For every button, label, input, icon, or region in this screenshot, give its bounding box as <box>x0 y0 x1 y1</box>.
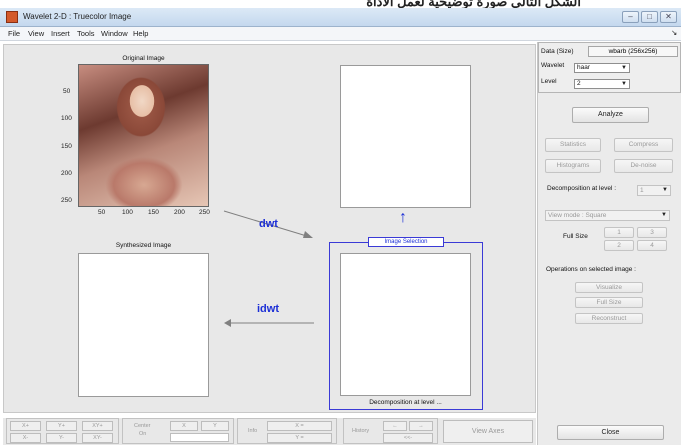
overlay-caption-text: الشكل التالي صورة توضيحية لعمل الأداة <box>366 0 581 8</box>
level-select-value: 2 <box>577 80 581 87</box>
menu-file[interactable]: File <box>8 29 20 38</box>
menu-insert[interactable]: Insert <box>51 29 70 38</box>
data-size-value: wbarb (256x256) <box>588 46 678 57</box>
analysis-axes[interactable] <box>340 65 471 208</box>
zoom-y-minus-button[interactable]: Y- <box>46 433 77 443</box>
dwt-label: dwt <box>259 218 278 230</box>
idwt-label: idwt <box>257 303 279 315</box>
wavelet-select-value: haar <box>577 64 591 71</box>
y-tick: 100 <box>61 115 72 122</box>
zoom-x-plus-button[interactable]: X+ <box>10 421 41 431</box>
x-tick: 100 <box>122 209 133 216</box>
center-label: Center <box>134 423 151 429</box>
visualize-button[interactable]: Visualize <box>575 282 643 293</box>
decomposition-level-select[interactable]: 1 ▼ <box>637 185 671 196</box>
y-tick: 50 <box>63 88 71 95</box>
synthesized-image-axes[interactable] <box>78 253 209 397</box>
history-reset-button[interactable]: <<- <box>383 433 433 443</box>
chevron-down-icon: ▼ <box>661 212 667 218</box>
x-tick: 50 <box>98 209 106 216</box>
maximize-button[interactable]: □ <box>641 11 658 23</box>
synthesized-image-title: Synthesized Image <box>115 242 172 249</box>
denoise-button[interactable]: De-noise <box>614 159 673 173</box>
x-tick: 150 <box>148 209 159 216</box>
analyze-button[interactable]: Analyze <box>572 107 649 123</box>
full-size-2-button[interactable]: 2 <box>604 240 634 251</box>
decomposition-level-value: 1 <box>640 187 644 194</box>
operations-label: Operations on selected image : <box>546 266 636 273</box>
view-mode-value: View mode : Square <box>548 212 607 219</box>
decomposition-level-label: Decomposition at level : <box>547 185 617 192</box>
close-window-button[interactable]: ✕ <box>660 11 677 23</box>
full-size-4-button[interactable]: 4 <box>637 240 667 251</box>
menu-dock-arrow-icon[interactable]: ↘ <box>671 28 677 37</box>
history-back-button[interactable]: ← <box>383 421 407 431</box>
center-info-field[interactable] <box>170 433 229 442</box>
data-size-label: Data (Size) <box>541 48 574 55</box>
zoom-xy-minus-button[interactable]: XY- <box>82 433 113 443</box>
decomposition-caption: Decomposition at level ... <box>369 399 442 406</box>
original-image-title: Original Image <box>122 55 165 62</box>
zoom-x-minus-button[interactable]: X- <box>10 433 41 443</box>
chevron-down-icon: ▼ <box>621 65 627 71</box>
full-size-1-button[interactable]: 1 <box>604 227 634 238</box>
chevron-down-icon: ▼ <box>621 81 627 87</box>
y-tick: 250 <box>61 197 72 204</box>
compress-button[interactable]: Compress <box>614 138 673 152</box>
wavelet-select[interactable]: haar ▼ <box>574 63 630 73</box>
zoom-xy-plus-button[interactable]: XY+ <box>82 421 113 431</box>
idwt-arrow-icon <box>224 319 314 327</box>
up-arrow-icon: ↑ <box>399 209 407 226</box>
history-forward-button[interactable]: → <box>409 421 433 431</box>
wavelet-label: Wavelet <box>541 62 565 69</box>
minimize-button[interactable]: – <box>622 11 639 23</box>
title-bar: Wavelet 2-D : Truecolor Image – □ ✕ <box>0 8 681 27</box>
reconstruct-button[interactable]: Reconstruct <box>575 313 643 324</box>
y-tick: 150 <box>61 143 72 150</box>
image-selection-label: Image Selection <box>368 237 444 247</box>
center-y-button[interactable]: Y <box>201 421 229 431</box>
original-image[interactable] <box>78 64 209 207</box>
close-button[interactable]: Close <box>557 425 664 440</box>
history-label: History <box>352 428 370 434</box>
statistics-button[interactable]: Statistics <box>545 138 601 152</box>
menu-bar: File View Insert Tools Window Help ↘ <box>0 27 681 41</box>
matlab-app-icon <box>6 11 18 23</box>
info-y-field: Y = <box>267 433 332 443</box>
x-tick: 200 <box>174 209 185 216</box>
menu-view[interactable]: View <box>28 29 44 38</box>
zoom-y-plus-button[interactable]: Y+ <box>46 421 77 431</box>
full-size-label: Full Size <box>563 233 588 240</box>
full-size-button[interactable]: Full Size <box>575 297 643 308</box>
info-label: Info <box>248 428 258 434</box>
menu-window[interactable]: Window <box>101 29 128 38</box>
menu-tools[interactable]: Tools <box>77 29 95 38</box>
view-mode-select[interactable]: View mode : Square ▼ <box>545 210 670 221</box>
level-label: Level <box>541 78 557 85</box>
histograms-button[interactable]: Histograms <box>545 159 601 173</box>
view-axes-button[interactable]: View Axes <box>443 420 533 443</box>
level-select[interactable]: 2 ▼ <box>574 79 630 89</box>
window-title: Wavelet 2-D : Truecolor Image <box>23 12 132 21</box>
center-x-button[interactable]: X <box>170 421 198 431</box>
x-tick: 250 <box>199 209 210 216</box>
overlay-caption: الشكل التالي صورة توضيحية لعمل الأداة <box>0 0 681 8</box>
decomposition-axes[interactable] <box>340 253 471 396</box>
y-tick: 200 <box>61 170 72 177</box>
full-size-3-button[interactable]: 3 <box>637 227 667 238</box>
center-on-label: On <box>139 431 147 437</box>
chevron-down-icon: ▼ <box>662 187 668 193</box>
menu-help[interactable]: Help <box>133 29 148 38</box>
info-x-field: X = <box>267 421 332 431</box>
